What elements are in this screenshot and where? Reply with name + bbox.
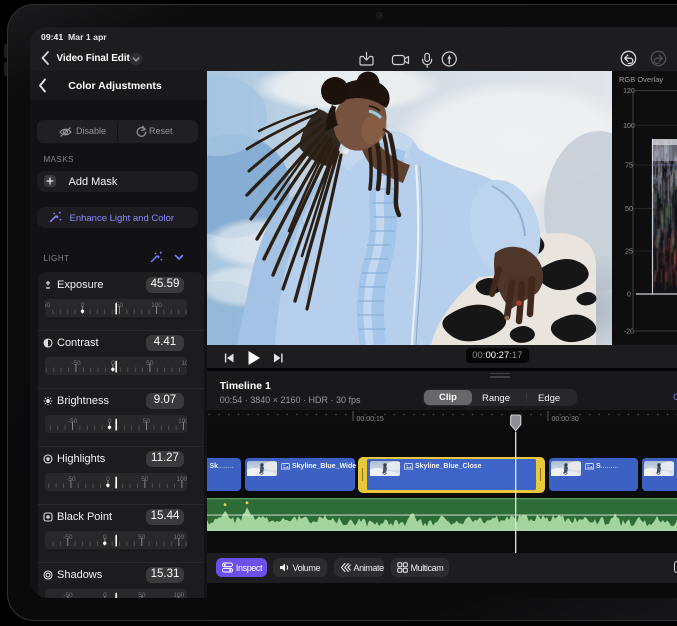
svg-text:100: 100 [181,360,187,367]
svg-text:50: 50 [625,206,633,213]
svg-text:-50: -50 [45,302,51,309]
svg-text:0: 0 [627,292,631,299]
svg-text:75: 75 [625,163,633,170]
svg-text:00:00:15: 00:00:15 [357,416,384,423]
svg-text:100: 100 [178,418,187,425]
svg-text:25: 25 [625,249,633,256]
svg-text:00:00:30: 00:00:30 [552,416,579,423]
